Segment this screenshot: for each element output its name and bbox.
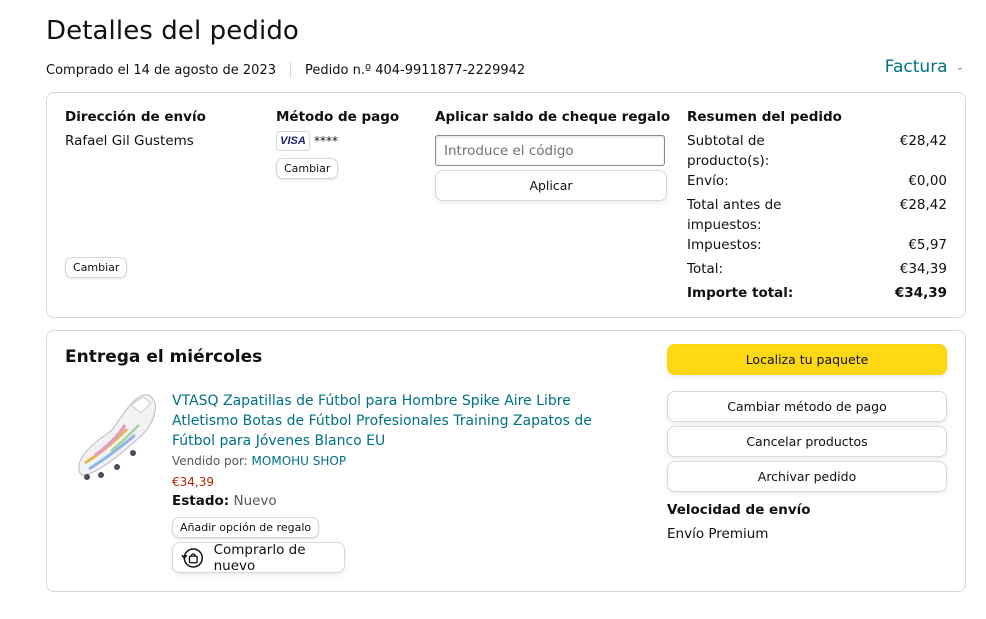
invoice-dropdown[interactable]: Factura ⌄ <box>885 57 964 77</box>
purchase-date: Comprado el 14 de agosto de 2023 <box>46 62 276 78</box>
summary-label: Total: <box>687 261 724 277</box>
summary-label: Total antes de impuestos: <box>687 197 782 233</box>
gift-card-code-input[interactable] <box>435 135 665 166</box>
chevron-down-icon: ⌄ <box>955 61 964 73</box>
status-label: Estado: <box>172 493 230 509</box>
summary-row-tax: Impuestos: €5,97 <box>687 235 947 255</box>
order-summary-title: Resumen del pedido <box>687 109 842 125</box>
page-title: Detalles del pedido <box>46 16 299 46</box>
archive-order-button[interactable]: Archivar pedido <box>667 461 947 492</box>
grand-total-label: Importe total: <box>687 285 794 301</box>
summary-row-total: Total: €34,39 <box>687 259 947 279</box>
change-payment-method-button[interactable]: Cambiar <box>276 158 339 179</box>
buy-again-button[interactable]: Comprarlo de nuevo <box>172 541 345 574</box>
shipment-card: Entrega el miércoles VTASQ Zapatillas de… <box>46 330 966 592</box>
summary-row-subtotal: Subtotal de producto(s): €28,42 <box>687 131 947 171</box>
product-title-link[interactable]: VTASQ Zapatillas de Fútbol para Hombre S… <box>172 391 637 451</box>
shipping-title: Dirección de envío <box>65 109 206 125</box>
shipping-speed-value: Envío Premium <box>667 526 769 542</box>
summary-value: €34,39 <box>899 261 947 277</box>
card-mask: **** <box>314 134 338 148</box>
payment-title: Método de pago <box>276 109 400 125</box>
add-gift-option-button[interactable]: Añadir opción de regalo <box>172 517 320 538</box>
summary-value: €0,00 <box>908 173 947 189</box>
summary-value: €5,97 <box>908 237 947 253</box>
gift-card-title: Aplicar saldo de cheque regalo <box>435 109 671 125</box>
meta-divider <box>290 62 291 78</box>
order-meta: Comprado el 14 de agosto de 2023 Pedido … <box>46 62 525 78</box>
track-package-button[interactable]: Localiza tu paquete <box>667 344 947 375</box>
summary-value: €28,42 <box>899 133 947 149</box>
order-info-card: Dirección de envío Rafael Gil Gustems Ca… <box>46 92 966 318</box>
apply-gift-card-button[interactable]: Aplicar <box>435 170 667 201</box>
status-value: Nuevo <box>233 493 277 509</box>
shipping-speed-title: Velocidad de envío <box>667 502 811 518</box>
change-payment-button[interactable]: Cambiar método de pago <box>667 391 947 422</box>
visa-icon: VISA <box>276 131 310 151</box>
summary-row-pretax: Total antes de impuestos: €28,42 <box>687 195 947 235</box>
payment-card: VISA **** <box>276 131 338 151</box>
product-image[interactable] <box>71 391 161 483</box>
grand-total-value: €34,39 <box>894 285 947 301</box>
summary-row-grand-total: Importe total: €34,39 <box>687 283 947 303</box>
summary-label: Envío: <box>687 173 729 189</box>
buy-again-label: Comprarlo de nuevo <box>213 541 306 574</box>
seller-link[interactable]: MOMOHU SHOP <box>252 454 347 468</box>
summary-label: Impuestos: <box>687 237 762 253</box>
cancel-items-button[interactable]: Cancelar productos <box>667 426 947 457</box>
buy-again-icon <box>181 547 204 568</box>
summary-row-shipping: Envío: €0,00 <box>687 171 947 191</box>
change-address-button[interactable]: Cambiar <box>65 257 128 278</box>
order-number: Pedido n.º 404-9911877-2229942 <box>305 62 526 78</box>
delivery-title: Entrega el miércoles <box>65 347 263 367</box>
summary-label: Subtotal de producto(s): <box>687 133 770 169</box>
sold-by: Vendido por: MOMOHU SHOP <box>172 454 346 468</box>
product-status: Estado: Nuevo <box>172 493 277 509</box>
product-price: €34,39 <box>172 475 214 489</box>
shipping-name: Rafael Gil Gustems <box>65 133 194 149</box>
sold-by-label: Vendido por: <box>172 454 248 468</box>
summary-value: €28,42 <box>899 197 947 213</box>
invoice-label: Factura <box>884 57 948 77</box>
